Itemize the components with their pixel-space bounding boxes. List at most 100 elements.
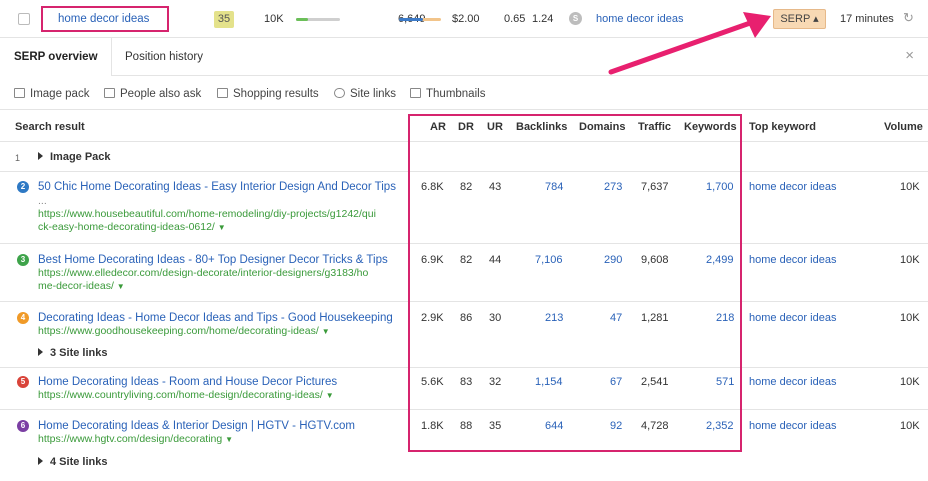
- keywords-value[interactable]: 218: [716, 311, 734, 325]
- domains-value[interactable]: 67: [610, 375, 622, 389]
- dropdown-icon[interactable]: ▼: [326, 391, 334, 400]
- dr-value: 86: [460, 312, 473, 324]
- traffic-value: 4,728: [641, 420, 669, 432]
- keywords-value[interactable]: 2,352: [706, 419, 734, 433]
- domains-value[interactable]: 92: [610, 419, 622, 433]
- traffic-value: 7,637: [641, 181, 669, 193]
- image-pack-toggle[interactable]: Image Pack: [38, 150, 111, 164]
- clicks-bar-blue: [399, 18, 423, 21]
- dr-value: 82: [460, 181, 473, 193]
- result-title-link[interactable]: Decorating Ideas - Home Decor Ideas and …: [38, 311, 393, 325]
- domains-value[interactable]: 47: [610, 311, 622, 325]
- sitelinks-toggle[interactable]: 3 Site links: [38, 346, 107, 360]
- result-url[interactable]: https://www.hgtv.com/design/decorating ▼: [38, 433, 410, 446]
- result-title-link[interactable]: Home Decorating Ideas & Interior Design …: [38, 419, 355, 433]
- volume-value: 10K: [900, 312, 920, 324]
- keyword-row: home decor ideas 35 10K 6,649 $2.00 0.65…: [0, 0, 928, 38]
- filter-shopping-results[interactable]: Shopping results: [217, 87, 319, 101]
- header-volume[interactable]: Volume: [884, 120, 923, 134]
- tab-serp-overview[interactable]: SERP overview: [14, 50, 98, 64]
- top-keyword-link[interactable]: home decor ideas: [749, 419, 836, 433]
- header-backlinks[interactable]: Backlinks: [516, 120, 567, 134]
- dropdown-icon[interactable]: ▼: [117, 282, 125, 291]
- header-dr[interactable]: DR: [458, 120, 474, 134]
- header-traffic[interactable]: Traffic: [638, 120, 671, 134]
- refresh-icon[interactable]: ↻: [903, 11, 914, 25]
- serp-button[interactable]: SERP ▴: [773, 9, 826, 29]
- tab-position-history[interactable]: Position history: [125, 50, 203, 64]
- backlinks-value[interactable]: 7,106: [535, 253, 563, 267]
- updated-time: 17 minutes: [840, 13, 894, 25]
- header-ar[interactable]: AR: [430, 120, 446, 134]
- filter-thumbnails[interactable]: Thumbnails: [410, 87, 485, 101]
- table-row: 2 50 Chic Home Decorating Ideas - Easy I…: [0, 172, 928, 244]
- result-url[interactable]: https://www.elledecor.com/design-decorat…: [38, 267, 410, 293]
- header-domains[interactable]: Domains: [579, 120, 625, 134]
- top-keyword-link[interactable]: home decor ideas: [749, 180, 836, 194]
- header-top-keyword[interactable]: Top keyword: [749, 120, 816, 134]
- thumbnail-icon: [410, 88, 421, 98]
- backlinks-value[interactable]: 1,154: [535, 375, 563, 389]
- image-icon: [14, 88, 25, 98]
- keywords-value[interactable]: 2,499: [706, 253, 734, 267]
- filter-people-also-ask[interactable]: People also ask: [104, 87, 201, 101]
- traffic-value: 1,281: [641, 312, 669, 324]
- domains-value[interactable]: 273: [604, 180, 622, 194]
- result-title-link[interactable]: 50 Chic Home Decorating Ideas - Easy Int…: [38, 180, 396, 194]
- filter-site-links[interactable]: Site links: [334, 87, 396, 101]
- volume-value: 10K: [900, 254, 920, 266]
- filter-image-pack[interactable]: Image pack: [14, 87, 89, 101]
- volume-value: 10K: [900, 181, 920, 193]
- dr-value: 83: [460, 376, 473, 388]
- result-url[interactable]: https://www.countryliving.com/home-desig…: [38, 389, 410, 402]
- header-search-result[interactable]: Search result: [15, 120, 85, 134]
- kd-badge: 35: [214, 11, 234, 28]
- ar-value: 1.8K: [421, 420, 444, 432]
- sitelinks-toggle[interactable]: 4 Site links: [38, 455, 107, 469]
- ar-value: 2.9K: [421, 312, 444, 324]
- top-keyword-link[interactable]: home decor ideas: [749, 253, 836, 267]
- traffic-value: 9,608: [641, 254, 669, 266]
- traffic-value: 2,541: [641, 376, 669, 388]
- domains-value[interactable]: 290: [604, 253, 622, 267]
- result-url[interactable]: https://www.housebeautiful.com/home-remo…: [38, 208, 410, 234]
- dr-value: 82: [460, 254, 473, 266]
- table-row: 1 Image Pack: [0, 142, 928, 172]
- header-keywords[interactable]: Keywords: [684, 120, 737, 134]
- top-keyword-link[interactable]: home decor ideas: [749, 311, 836, 325]
- annotation-arrow-icon: [608, 12, 771, 75]
- cps-value: 0.65: [504, 13, 526, 25]
- dropdown-icon[interactable]: ▼: [218, 223, 226, 232]
- close-icon[interactable]: ×: [905, 48, 914, 63]
- dr-value: 88: [460, 420, 473, 432]
- backlinks-value[interactable]: 644: [545, 419, 563, 433]
- backlinks-value[interactable]: 784: [545, 180, 563, 194]
- expand-icon: [38, 348, 43, 356]
- volume-value: 10K: [900, 420, 920, 432]
- volume-bar-green: [296, 18, 308, 21]
- position-badge: 3: [17, 254, 29, 266]
- position-badge: 6: [17, 420, 29, 432]
- ur-value: 43: [489, 181, 502, 193]
- keywords-value[interactable]: 1,700: [706, 180, 734, 194]
- chat-icon: [104, 88, 115, 98]
- keyword-link[interactable]: home decor ideas: [58, 12, 149, 26]
- dropdown-icon[interactable]: ▼: [225, 435, 233, 444]
- link-icon: [334, 88, 345, 98]
- ar-value: 5.6K: [421, 376, 444, 388]
- position-number: 1: [15, 153, 21, 163]
- dropdown-icon[interactable]: ▼: [322, 327, 330, 336]
- keywords-value[interactable]: 571: [716, 375, 734, 389]
- result-url[interactable]: https://www.goodhousekeeping.com/home/de…: [38, 325, 410, 338]
- result-title-link[interactable]: Best Home Decorating Ideas - 80+ Top Des…: [38, 253, 388, 267]
- backlinks-value[interactable]: 213: [545, 311, 563, 325]
- result-title-link[interactable]: Home Decorating Ideas - Room and House D…: [38, 375, 337, 389]
- table-header: Search result AR DR UR Backlinks Domains…: [0, 110, 928, 142]
- ur-value: 32: [489, 376, 502, 388]
- table-row: 3 Best Home Decorating Ideas - 80+ Top D…: [0, 244, 928, 302]
- cart-icon: [217, 88, 228, 98]
- top-keyword-link[interactable]: home decor ideas: [749, 375, 836, 389]
- row-checkbox[interactable]: [18, 13, 30, 25]
- header-ur[interactable]: UR: [487, 120, 503, 134]
- table-row: 6 Home Decorating Ideas & Interior Desig…: [0, 410, 928, 474]
